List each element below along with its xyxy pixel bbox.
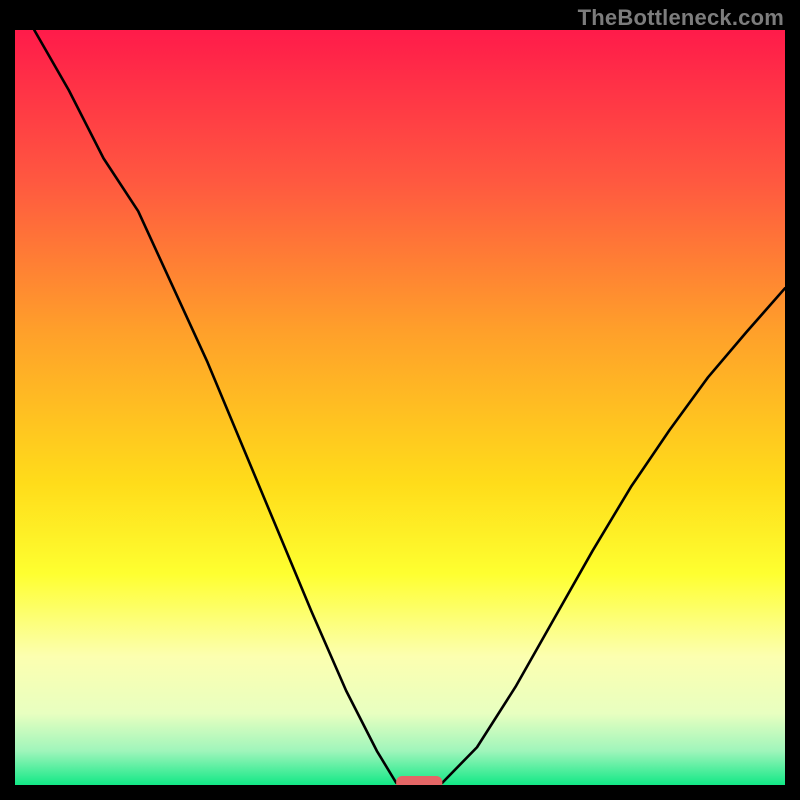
chart-svg xyxy=(15,30,785,785)
chart-background-gradient xyxy=(15,30,785,785)
chart-marker xyxy=(396,776,442,785)
watermark-text: TheBottleneck.com xyxy=(578,5,784,31)
chart-plot-area xyxy=(15,30,785,785)
chart-frame: TheBottleneck.com xyxy=(0,0,800,800)
